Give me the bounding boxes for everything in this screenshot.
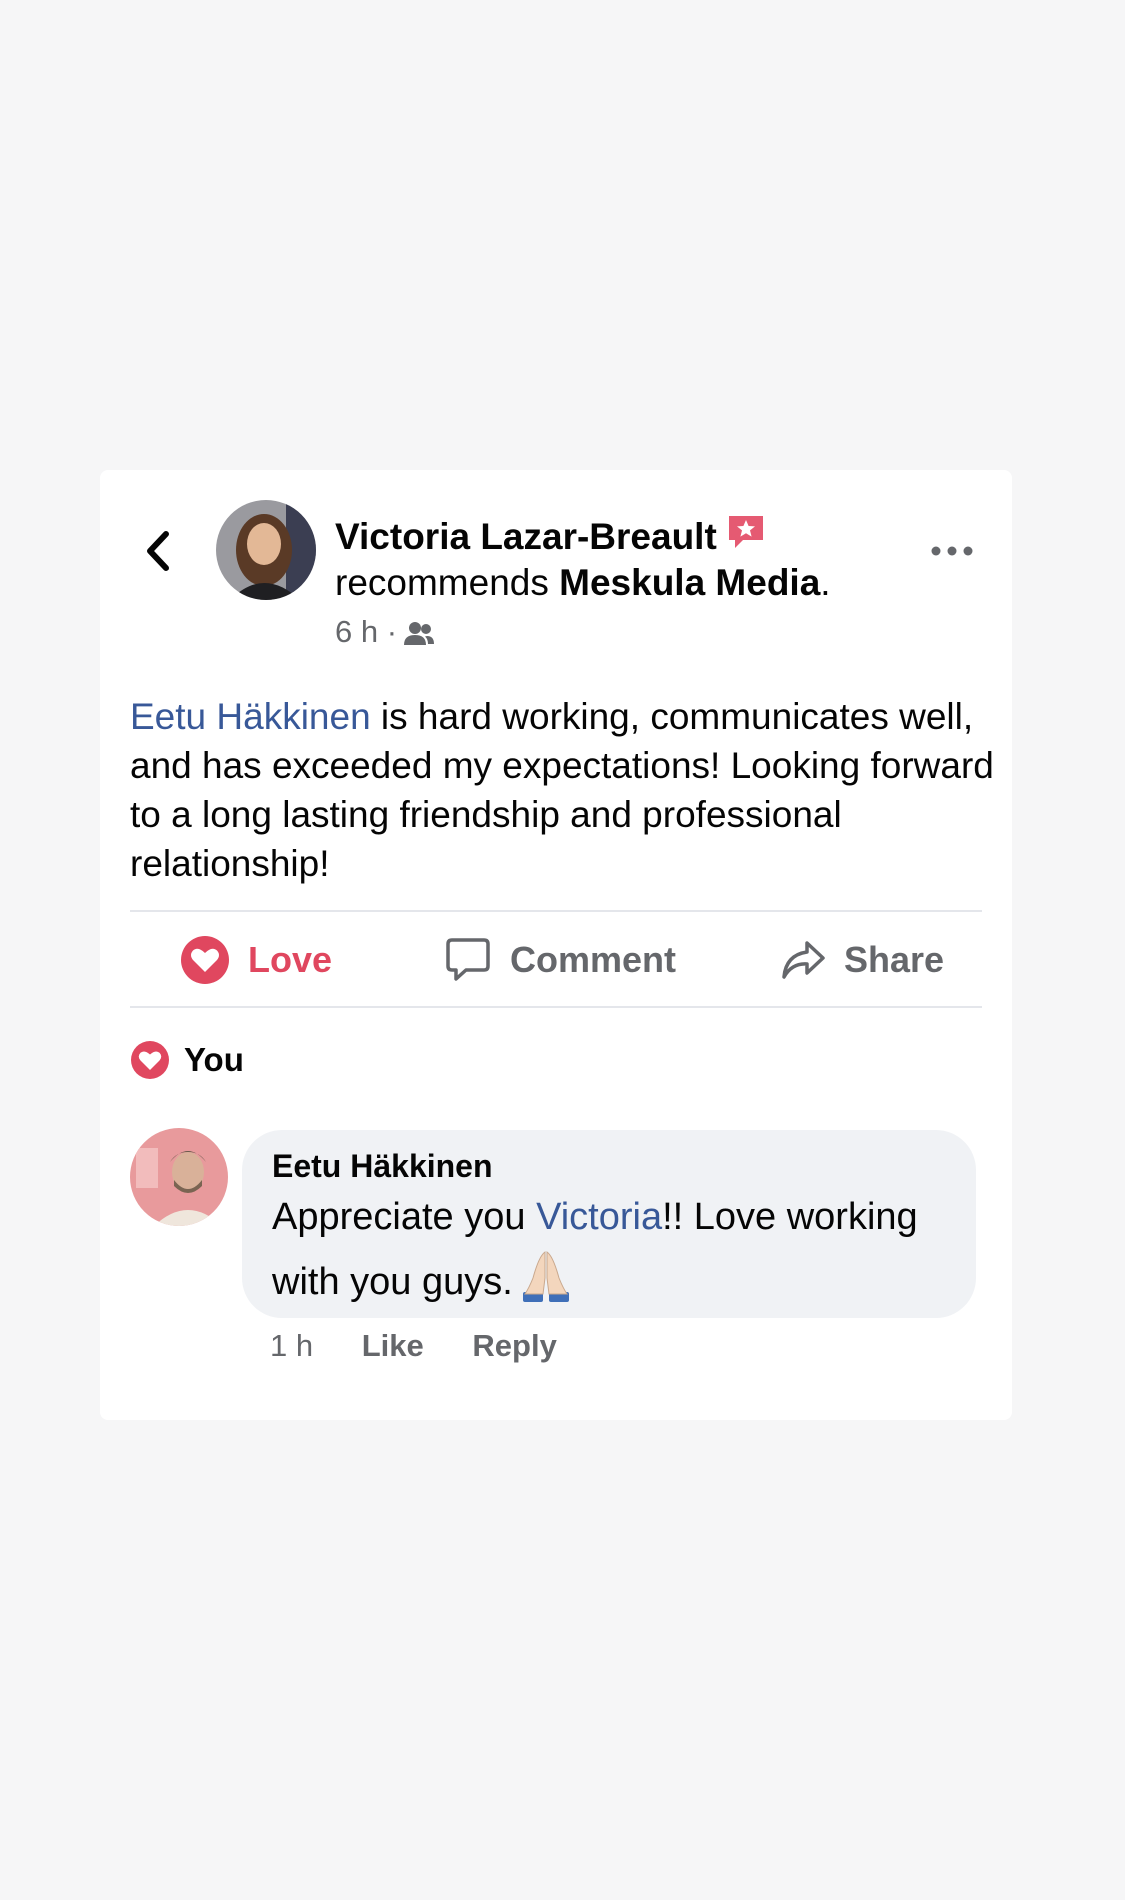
love-label: Love — [248, 939, 333, 980]
page-name-link[interactable]: Meskula Media — [559, 562, 820, 603]
comment-meta: 1 h Like Reply — [270, 1328, 597, 1364]
comment-time[interactable]: 1 h — [270, 1328, 313, 1363]
page: Victoria Lazar-Breault recommends Meskul… — [0, 0, 1125, 1900]
divider — [130, 910, 982, 912]
comment-button[interactable]: Comment — [444, 930, 676, 990]
period: . — [820, 562, 831, 603]
share-label: Share — [844, 939, 945, 980]
comment-label: Comment — [510, 939, 677, 980]
friends-icon[interactable] — [403, 620, 435, 646]
post-meta: 6 h · — [335, 614, 435, 650]
post-time[interactable]: 6 h — [335, 614, 378, 649]
love-reaction-icon — [181, 936, 229, 984]
divider — [130, 1006, 982, 1008]
reactions-label: You — [184, 1041, 244, 1078]
post-text: Eetu Häkkinen is hard working, communica… — [130, 692, 1000, 888]
comment-text-prefix: Appreciate you — [272, 1196, 537, 1238]
mention-link[interactable]: Eetu Häkkinen — [130, 696, 371, 737]
author-avatar[interactable] — [216, 500, 316, 600]
commenter-avatar[interactable] — [130, 1128, 228, 1226]
reactions-summary[interactable]: You — [130, 1040, 244, 1080]
love-button[interactable]: Love — [180, 930, 332, 990]
post-author-line: Victoria Lazar-Breault — [335, 512, 767, 558]
comment-mention-link[interactable]: Victoria — [536, 1196, 662, 1238]
comment-bubble-icon — [446, 938, 490, 981]
comment-like-button[interactable]: Like — [362, 1328, 424, 1363]
love-reaction-icon — [131, 1041, 169, 1079]
recommend-line: recommends Meskula Media. — [335, 562, 831, 604]
recommendation-star-icon — [728, 516, 763, 548]
share-button[interactable]: Share — [780, 930, 944, 990]
back-chevron-icon[interactable] — [140, 528, 174, 574]
meta-separator: · — [386, 614, 398, 649]
comment-text: Appreciate you Victoria!! Love working w… — [272, 1186, 962, 1313]
post-author-name[interactable]: Victoria Lazar-Breault — [335, 516, 717, 557]
share-arrow-icon — [782, 941, 825, 979]
more-options-icon[interactable] — [928, 536, 976, 566]
comment-reply-button[interactable]: Reply — [472, 1328, 556, 1363]
folded-hands-icon — [522, 1251, 569, 1302]
recommends-text: recommends — [335, 562, 549, 603]
comment-author[interactable]: Eetu Häkkinen — [272, 1148, 493, 1185]
